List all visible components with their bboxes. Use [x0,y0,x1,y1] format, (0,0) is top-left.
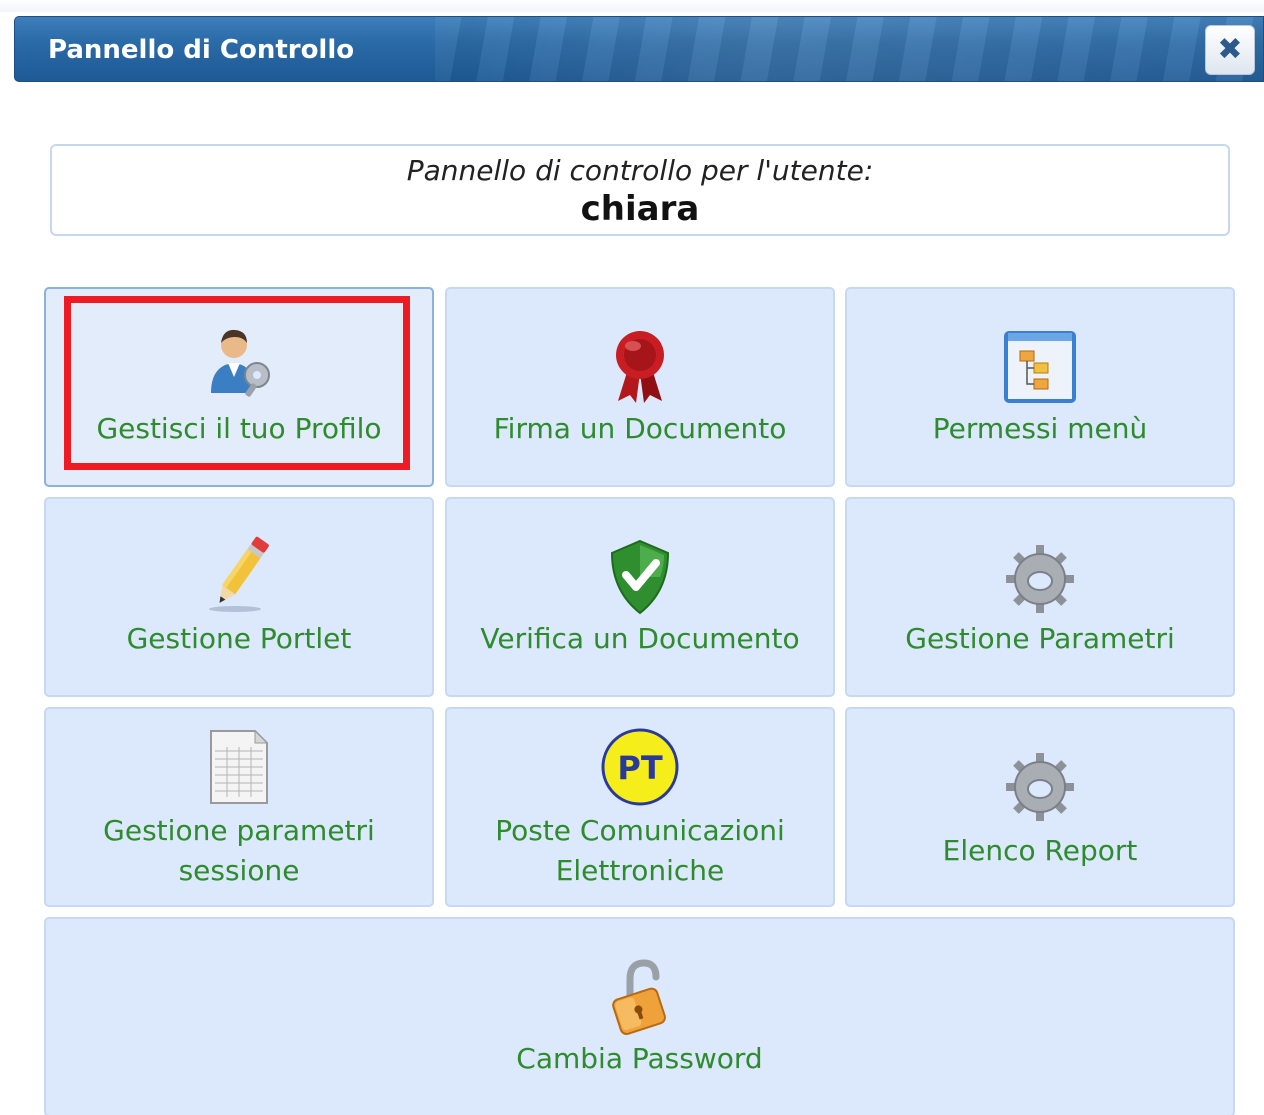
tile-label: Cambia Password [516,1042,763,1075]
close-icon: ✖ [1217,32,1243,67]
tile-poste-communications[interactable]: PT Poste Comunicazioni Elettroniche [445,707,835,907]
tile-manage-profile[interactable]: Gestisci il tuo Profilo [44,287,434,487]
tile-label-second-line: Elettroniche [555,854,725,887]
tile-change-password[interactable]: Cambia Password [44,917,1235,1115]
dialog-title: Pannello di Controllo [48,35,355,65]
tile-label: Gestione Parametri [905,622,1175,655]
tile-label: Firma un Documento [493,412,787,445]
background-strip [0,0,1264,12]
user-info-box: Pannello di controllo per l'utente: chia… [50,144,1230,236]
tile-parameter-management[interactable]: Gestione Parametri [845,497,1235,697]
tile-sign-document[interactable]: Firma un Documento [445,287,835,487]
tile-portlet-management[interactable]: Gestione Portlet [44,497,434,697]
tile-label: Gestione Portlet [126,622,352,655]
tile-label-second-line: sessione [178,854,300,887]
ribbon-seal-icon [616,331,664,403]
menu-tree-window-icon [1004,331,1076,403]
dialog-titlebar[interactable]: Pannello di Controllo ✖ [14,16,1264,82]
gear-icon [1006,753,1074,821]
gear-icon [1006,545,1074,613]
pencil-icon [209,536,269,612]
tile-report-list[interactable]: Elenco Report [845,707,1235,907]
pt-logo-icon: PT [601,728,679,806]
tile-label: Gestione parametri [103,814,375,847]
username: chiara [580,189,700,229]
close-button[interactable]: ✖ [1205,25,1255,75]
control-panel-page: Pannello di Controllo ✖ Pannello di cont… [0,0,1264,1115]
tile-menu-permissions[interactable]: Permessi menù [845,287,1235,487]
tile-label: Elenco Report [942,834,1138,867]
open-padlock-icon [611,959,666,1035]
tile-verify-document[interactable]: Verifica un Documento [445,497,835,697]
tile-label: Verifica un Documento [480,622,800,655]
user-info-caption: Pannello di controllo per l'utente: [406,154,874,187]
tile-label: Permessi menù [932,412,1148,445]
pt-logo-text: PT [617,749,662,787]
highlight-box [64,296,410,470]
tile-label: Poste Comunicazioni [495,814,785,847]
spreadsheet-icon [210,729,269,804]
tile-session-parameters[interactable]: Gestione parametri sessione [44,707,434,907]
shield-check-icon [610,539,670,615]
